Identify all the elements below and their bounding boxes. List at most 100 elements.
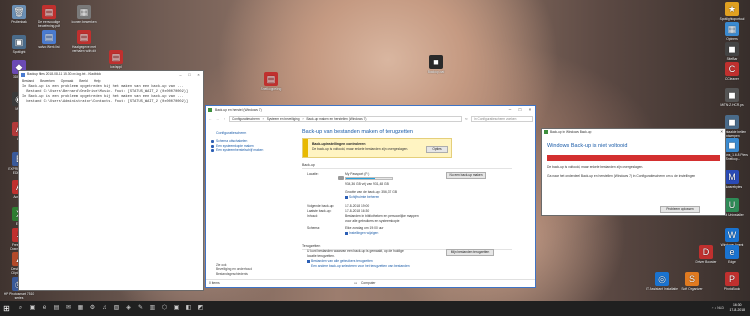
sidebar-link-repair-disc[interactable]: Een systeemherstelschijf maken [206,148,299,153]
maximize-icon[interactable]: □ [515,106,525,114]
fix-problem-button-label: Probleem oplossen [666,207,694,211]
desktop-icon[interactable]: ◎ IT Assistant Installatie [646,272,678,291]
taskbar-app-icon[interactable]: ⌕ [16,304,25,313]
status-bar: 0 items ▭ Computer [206,279,535,287]
other-backup-link[interactable]: Een andere back-up selecteren voor het t… [311,264,410,268]
close-icon[interactable]: × [525,106,535,114]
language-indicator[interactable]: NLD [717,306,724,310]
computer-icon: ▭ [354,281,358,285]
app-icon: W [725,228,739,242]
desktop-icon[interactable]: ◼ SiteBar [716,42,748,61]
taskbar-app-icon[interactable]: ⚙ [88,304,97,313]
desktop-icon[interactable]: 🗑 Prullenbak [3,5,35,24]
desktop-icon[interactable]: ▦ Opiners [716,22,748,41]
last-backup-label: Laatste back-up: [307,209,332,213]
network-icon[interactable]: ◔ [712,306,714,310]
maximize-icon[interactable]: □ [185,71,194,78]
menu-edit[interactable]: Bewerken [40,78,55,84]
desktop-icon-label: PhotoBook [723,287,741,291]
taskbar-app-icon[interactable]: ▣ [28,304,37,313]
next-backup-value: 17-8-2018 19:00 [345,204,370,208]
search-input[interactable]: In Configuratiescherm zoeken [471,115,533,122]
desktop-icon[interactable]: e Edge [716,245,748,264]
notepad-titlebar[interactable]: Backup files 2018-08-11 15.30.xx.log.txt… [19,71,203,78]
breadcrumb-item[interactable]: Systeem en beveiliging [267,117,300,121]
up-arrow-icon[interactable]: ↑ [222,117,227,121]
dialog-titlebar[interactable]: Back-up in Windows Back-up × [542,129,725,135]
menu-help[interactable]: Help [94,78,101,84]
volume-icon[interactable]: ♪ [715,306,717,310]
dialog-message: De back-up is voltooid, maar enkele best… [547,165,644,169]
backup-error-dialog[interactable]: Back-up in Windows Back-up × Windows Bac… [541,128,726,216]
breadcrumb[interactable]: Configuratiescherm › Systeem en beveilig… [229,115,462,122]
taskbar-app-icon[interactable]: ◩ [196,304,205,313]
system-tray: ◔ ♪ NLD [712,305,724,312]
minimize-icon[interactable]: – [176,71,185,78]
sidebar: Configuratiescherm Schema uitschakelen E… [206,123,299,280]
desktop-icon[interactable]: ▦ Iconen bewerken [68,5,100,24]
restore-all-users-link[interactable]: Bestanden van alle gebruikers terugzette… [311,259,373,263]
notepad-window[interactable]: Backup files 2018-08-11 15.30.xx.log.txt… [18,70,204,291]
desktop-icon[interactable]: ▤ De eenvoudige beoefening.pdf [33,5,65,28]
desktop-icon-label: SiteBar [726,57,738,61]
control-panel-titlebar[interactable]: Back-up en herstel (Windows 7) – □ × [206,106,535,114]
backup-app-icon [544,130,548,134]
shield-icon [307,259,310,263]
app-icon: ▤ [42,30,56,44]
desktop-icon[interactable]: ▤ Snelkoppeling [255,72,287,91]
breadcrumb-separator: › [302,116,304,121]
taskbar-app-icon[interactable]: ◈ [124,304,133,313]
desktop-icon[interactable]: ■ Backup.bat [420,55,452,74]
desktop-icon[interactable]: S Soft Organizer [676,272,708,291]
menu-format[interactable]: Opmaak [61,78,73,84]
taskbar-app-icon[interactable]: ▥ [148,304,157,313]
options-button[interactable]: Opties [426,146,448,153]
close-icon[interactable]: × [720,129,723,135]
control-panel-window[interactable]: Back-up en herstel (Windows 7) – □ × ← →… [205,105,536,288]
desktop-icon[interactable]: C CCleaner [716,62,748,81]
minimize-icon[interactable]: – [505,106,515,114]
taskbar-app-icon[interactable]: ✉ [64,304,73,313]
taskbar-app-icon[interactable]: ▧ [112,304,121,313]
status-left: 0 items [209,281,220,285]
sidebar-link-security[interactable]: Beveiliging en onderhoud [216,267,252,272]
notepad-textarea[interactable]: In Back-up is een probleem opgetreden bi… [19,84,203,106]
taskbar-app-icon[interactable]: ◧ [184,304,193,313]
breadcrumb-item[interactable]: Configuratiescherm [232,117,260,121]
sidebar-home-link[interactable]: Configuratiescherm [206,131,299,135]
shield-icon [211,140,214,143]
desktop-icon[interactable]: ▤ Haalgegeve met verhalen with dit [68,30,100,53]
manage-space-link[interactable]: Schijfruimte beheren [349,195,379,199]
restore-files-button[interactable]: Mijn bestanden terugzetten [446,249,494,256]
clock[interactable]: 16:30 17-8-2018 [730,303,745,313]
desktop-icon[interactable]: P PhotoBook [716,272,748,291]
refresh-icon[interactable]: ↻ [464,117,469,121]
fix-problem-button[interactable]: Probleem oplossen [660,206,700,213]
taskbar-app-icon[interactable]: ♫ [100,304,109,313]
desktop-icon[interactable]: ◼ MiTN:Z.HCR.ps [716,88,748,107]
app-icon: 🗑 [12,5,26,19]
breadcrumb-item[interactable]: Back-up maken en herstellen (Windows 7) [307,117,367,121]
change-settings-link[interactable]: Instellingen wijzigen [349,231,378,235]
forward-arrow-icon[interactable]: → [215,117,220,121]
taskbar-app-icon[interactable]: ▣ [172,304,181,313]
menu-file[interactable]: Bestand [22,78,34,84]
close-icon[interactable]: × [194,71,203,78]
menu-view[interactable]: Beeld [79,78,87,84]
backup-now-button[interactable]: Nu een back-up maken [446,172,486,179]
desktop-icon[interactable]: ▣ Spotlight [3,35,35,54]
desktop-icon[interactable]: ▤ salvo:Werk list [33,30,65,49]
taskbar-app-icon[interactable]: e [40,304,49,313]
taskbar-app-icon[interactable]: ▦ [76,304,85,313]
taskbar-app-icon[interactable]: ⬡ [160,304,169,313]
taskbar-app-icon[interactable]: ▤ [52,304,61,313]
start-button[interactable]: ⊞ [0,301,13,316]
back-arrow-icon[interactable]: ← [208,117,213,121]
desktop-icon[interactable]: ★ Spotlightoportuul [716,2,748,21]
app-icon: U [725,198,739,212]
desktop-icon-label: Snelkoppeling [260,87,282,91]
sidebar-link-file-history[interactable]: Bestandsgeschiedenis [216,272,252,277]
taskbar-app-icon[interactable]: ✎ [136,304,145,313]
desktop-icon-label: MiTN:Z.HCR.ps [720,103,744,107]
desktop-icon[interactable]: ▤ Ioe/appl [100,50,132,69]
